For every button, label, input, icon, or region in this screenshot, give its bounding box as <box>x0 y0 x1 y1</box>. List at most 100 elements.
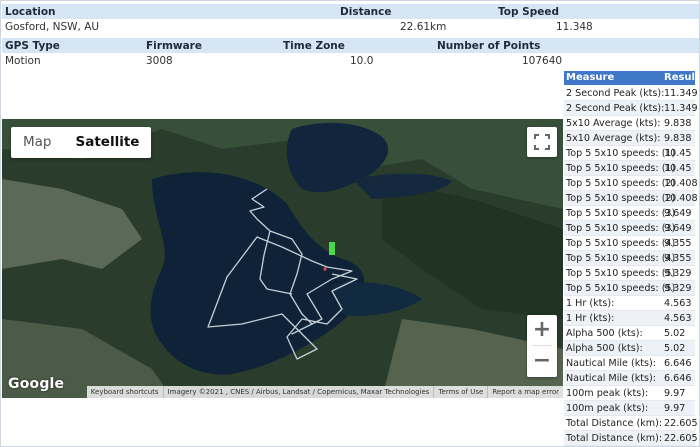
result-cell: 4.563 <box>664 298 692 309</box>
gps-type-value: Motion <box>5 55 41 67</box>
results-row: Top 5 5x10 speeds: (3) 9.649 <box>564 221 695 236</box>
measure-cell: Top 5 5x10 speeds: (4) <box>566 253 676 264</box>
results-row: 2 Second Peak (kts): 11.349 <box>564 101 698 116</box>
results-row: 100m peak (kts): 9.97 <box>564 386 695 401</box>
results-row: Top 5 5x10 speeds: (1) 10.45 <box>564 161 695 176</box>
satellite-view-button[interactable]: Satellite <box>64 127 152 158</box>
location-header: Location <box>5 6 56 18</box>
measure-cell: 100m peak (kts): <box>566 388 649 399</box>
results-row: Nautical Mile (kts): 6.646 <box>564 356 695 371</box>
zoom-in-button[interactable]: + <box>527 315 557 345</box>
result-cell: 6.646 <box>664 373 692 384</box>
measure-cell: Top 5 5x10 speeds: (1) <box>566 148 676 159</box>
location-value: Gosford, NSW, AU <box>5 21 100 33</box>
fullscreen-button[interactable] <box>527 127 557 157</box>
results-row: Total Distance (km): 22.605 <box>564 431 698 446</box>
results-header: Measure Result <box>564 71 700 85</box>
results-row: 5x10 Average (kts): 9.838 <box>564 116 695 131</box>
terms-of-use-link[interactable]: Terms of Use <box>433 386 487 398</box>
results-row: Top 5 5x10 speeds: (1) 10.45 <box>564 146 695 161</box>
time-zone-header: Time Zone <box>283 40 345 52</box>
results-row: 1 Hr (kts): 4.563 <box>564 296 695 311</box>
result-cell: 9.97 <box>664 388 686 399</box>
result-cell: 10.408 <box>664 178 698 189</box>
result-cell: 9.649 <box>664 223 692 234</box>
result-cell: 6.646 <box>664 358 692 369</box>
measure-cell: Top 5 5x10 speeds: (1) <box>566 163 676 174</box>
measure-cell: 5x10 Average (kts): <box>566 118 661 129</box>
result-cell: 5.02 <box>664 343 686 354</box>
zoom-control: + − <box>527 315 557 377</box>
result-cell: 9.329 <box>664 283 692 294</box>
map-attribution: Keyboard shortcuts Imagery ©2021 , CNES … <box>86 386 563 398</box>
result-cell: 9.355 <box>664 253 692 264</box>
measure-cell: 5x10 Average (kts): <box>566 133 661 144</box>
measure-cell: Top 5 5x10 speeds: (3) <box>566 223 676 234</box>
result-cell: 5.02 <box>664 328 686 339</box>
imagery-credit: Imagery ©2021 , CNES / Airbus, Landsat /… <box>162 386 434 398</box>
result-cell: 9.329 <box>664 268 692 279</box>
summary-header-row-1: Location Distance Top Speed <box>2 4 699 20</box>
number-of-points-value: 107640 <box>522 55 563 67</box>
measure-cell: 2 Second Peak (kts): <box>566 103 665 114</box>
map-imagery <box>2 119 563 398</box>
results-row: 100m peak (kts): 9.97 <box>564 401 695 416</box>
top-speed-header: Top Speed <box>498 6 559 18</box>
results-row: Top 5 5x10 speeds: (4) 9.355 <box>564 236 695 251</box>
result-cell: 9.649 <box>664 208 692 219</box>
result-cell: 10.408 <box>664 193 698 204</box>
measure-cell: 2 Second Peak (kts): <box>566 88 665 99</box>
results-row: Top 5 5x10 speeds: (5) 9.329 <box>564 266 695 281</box>
measure-cell: Top 5 5x10 speeds: (2) <box>566 178 676 189</box>
measure-cell: Top 5 5x10 speeds: (4) <box>566 238 676 249</box>
results-row: Nautical Mile (kts): 6.646 <box>564 371 695 386</box>
summary-row-2: Motion 3008 10.0 107640 <box>2 53 699 69</box>
measure-cell: Top 5 5x10 speeds: (2) <box>566 193 676 204</box>
results-row: Top 5 5x10 speeds: (4) 9.355 <box>564 251 695 266</box>
measure-cell: Top 5 5x10 speeds: (3) <box>566 208 676 219</box>
result-cell: 9.838 <box>664 118 692 129</box>
results-row: 1 Hr (kts): 4.563 <box>564 311 695 326</box>
satellite-map[interactable]: Map Satellite + − Google Keyboard shortc… <box>2 119 563 398</box>
results-row: Alpha 500 (kts): 5.02 <box>564 341 695 356</box>
results-row: Top 5 5x10 speeds: (2) 10.408 <box>564 191 698 206</box>
distance-value: 22.61km <box>400 21 447 33</box>
map-type-control: Map Satellite <box>11 127 152 158</box>
measure-cell: 1 Hr (kts): <box>566 313 615 324</box>
result-header: Result <box>664 72 700 83</box>
results-row: 2 Second Peak (kts): 11.349 <box>564 86 698 101</box>
measure-cell: Total Distance (km): <box>566 418 663 429</box>
measure-cell: Top 5 5x10 speeds: (5) <box>566 283 676 294</box>
measure-cell: 1 Hr (kts): <box>566 298 615 309</box>
keyboard-shortcuts-link[interactable]: Keyboard shortcuts <box>87 386 163 398</box>
measure-cell: Alpha 500 (kts): <box>566 343 643 354</box>
result-cell: 11.349 <box>664 88 698 99</box>
results-row: 5x10 Average (kts): 9.838 <box>564 131 695 146</box>
result-cell: 4.563 <box>664 313 692 324</box>
distance-header: Distance <box>340 6 392 18</box>
result-cell: 10.45 <box>664 163 692 174</box>
result-cell: 9.97 <box>664 403 686 414</box>
firmware-header: Firmware <box>146 40 202 52</box>
top-speed-value: 11.348 <box>556 21 593 33</box>
results-row: Top 5 5x10 speeds: (3) 9.649 <box>564 206 695 221</box>
results-row: Total Distance (km): 22.605 <box>564 416 698 431</box>
measure-cell: 100m peak (kts): <box>566 403 649 414</box>
measure-cell: Top 5 5x10 speeds: (5) <box>566 268 676 279</box>
results-row: Top 5 5x10 speeds: (5) 9.329 <box>564 281 695 296</box>
result-cell: 22.605 <box>664 433 698 444</box>
zoom-out-button[interactable]: − <box>527 346 557 376</box>
result-cell: 11.349 <box>664 103 698 114</box>
number-of-points-header: Number of Points <box>437 40 541 52</box>
result-cell: 22.605 <box>664 418 698 429</box>
measure-cell: Total Distance (km): <box>566 433 663 444</box>
report-map-error-link[interactable]: Report a map error <box>487 386 563 398</box>
results-row: Top 5 5x10 speeds: (2) 10.408 <box>564 176 698 191</box>
position-marker <box>329 242 335 255</box>
summary-row-1: Gosford, NSW, AU 22.61km 11.348 <box>2 19 699 35</box>
measure-cell: Nautical Mile (kts): <box>566 358 657 369</box>
google-logo: Google <box>8 376 65 392</box>
gps-type-header: GPS Type <box>5 40 60 52</box>
time-zone-value: 10.0 <box>350 55 374 67</box>
map-view-button[interactable]: Map <box>11 127 64 158</box>
